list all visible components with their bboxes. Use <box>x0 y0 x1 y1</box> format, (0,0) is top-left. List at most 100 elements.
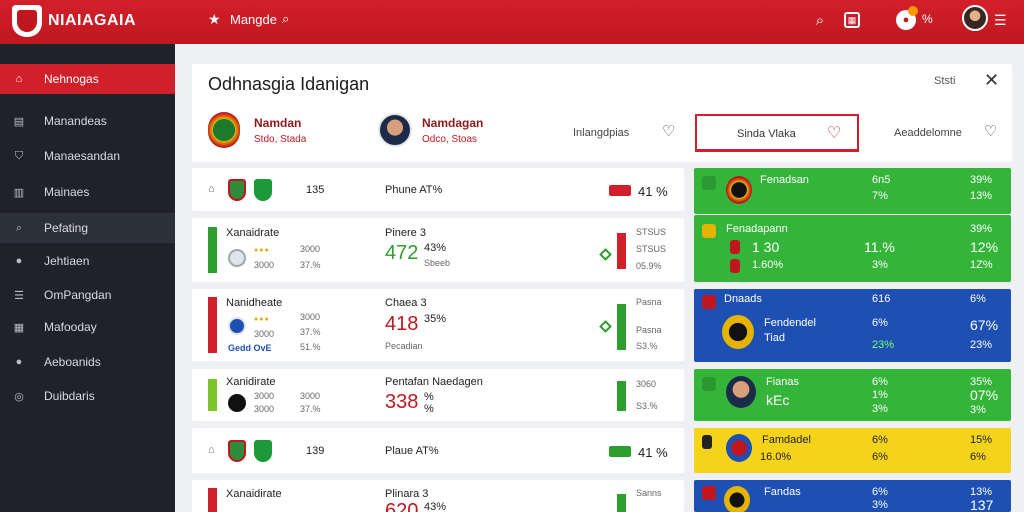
match-card-3[interactable]: Nanidheate ●●● 3000 Gedd OvE 3000 37.% 5… <box>192 289 684 361</box>
stat: 05.9% <box>636 261 662 271</box>
stat: Pasna <box>636 297 662 307</box>
tile-value: 3% <box>970 404 986 416</box>
sidebar-item-label: Jehtiaen <box>44 254 90 268</box>
tile-col: 39% <box>970 174 993 186</box>
stats-tile-3[interactable]: Dnaads 616 6% Fendendel Tiad 6% 23% 67% … <box>694 289 1011 362</box>
card-title: Xanaidirate <box>226 488 282 500</box>
tab-active-label: Sinda Vlaka <box>737 128 796 140</box>
match-card-4[interactable]: Xanidirate 3000 3000 3000 37.% Pentafan … <box>192 369 684 421</box>
stats-tile-6[interactable]: Fandas 6% 13% 3% 137 <box>694 480 1011 512</box>
search-icon[interactable]: ⌕ <box>810 10 830 30</box>
tile-name: Famdadel <box>762 434 811 446</box>
page-title: Odhnasgia Idanigan <box>208 74 370 94</box>
sidebar-item-label: OmPangdan <box>44 288 112 302</box>
sidebar-item-label: Mainaes <box>44 185 90 199</box>
match-card-1[interactable]: ⌂ 135 Phune AT% 41 % <box>192 168 684 211</box>
tile-col: 616 <box>872 293 891 305</box>
sidebar-item-3[interactable]: ⛉ Manaesandan <box>0 141 175 171</box>
sidebar-item-4[interactable]: ▥ Mainaes <box>0 177 175 207</box>
card-title: Xanidirate <box>226 376 276 388</box>
status-pill <box>609 185 631 196</box>
stat: 3000 <box>300 391 321 401</box>
tile-value: 3% <box>872 403 888 415</box>
form-bar <box>617 304 626 350</box>
team2-sub: Odco, Stoas <box>422 134 478 145</box>
star-icon[interactable]: ★ <box>208 11 221 28</box>
status-pill <box>609 446 631 457</box>
match-card-5[interactable]: ⌂ 139 Plaue AT% 41 % <box>192 428 684 473</box>
rating-dots: ●●● <box>254 247 270 254</box>
sidebar-item-7[interactable]: ☰ OmPangdan <box>0 280 175 310</box>
nav-label[interactable]: Mangde <box>230 12 277 27</box>
tab-active[interactable]: Sinda Vlaka ♡ <box>695 114 859 152</box>
stat: 3000 <box>254 329 275 339</box>
form-bar <box>208 227 217 273</box>
tile-col: 15% <box>970 434 993 446</box>
stat: Sanns <box>636 488 662 498</box>
stats-tile-4[interactable]: Fianas kEc 6% 35% 1% 07% 3% 3% <box>694 369 1011 421</box>
notification-badge <box>908 6 918 16</box>
shield-icon: ⛉ <box>14 149 24 162</box>
club-badge <box>726 176 752 204</box>
club-badge <box>254 179 272 201</box>
team2-name[interactable]: Namdagan <box>422 116 483 130</box>
app-logo[interactable] <box>12 5 42 37</box>
form-bar <box>208 488 217 512</box>
club-badge <box>228 440 246 462</box>
tile-value: 6% <box>872 317 888 329</box>
tile-col: 6% <box>872 376 888 388</box>
percentage: 43% <box>424 242 447 254</box>
club-badge <box>228 249 246 267</box>
table-icon: ▤ <box>13 115 25 128</box>
match-card-6[interactable]: Xanaidirate Plinara 3 620 43% Sanns <box>192 480 684 512</box>
heart-icon[interactable]: ♡ <box>827 123 841 143</box>
match-panel: Odhnasgia Idanigan Ststi ✕ Namdan Stdo, … <box>192 64 1012 162</box>
sidebar-item-10[interactable]: ◎ Duibdaris <box>0 381 175 411</box>
tab-1[interactable]: Inlangdpias <box>573 127 629 139</box>
sidebar-item-8[interactable]: ▦ Mafooday <box>0 312 175 342</box>
tile-value: 6% <box>872 451 888 463</box>
form-bar <box>617 494 626 512</box>
stats-tile-1[interactable]: Fenadsan 6n5 39% 7% 13% <box>694 168 1011 214</box>
settings-icon: ◎ <box>14 390 24 403</box>
panel-meta[interactable]: Ststi <box>934 75 955 87</box>
match-card-2[interactable]: Xanaidrate ●●● 3000 3000 37.% Pinere 3 4… <box>192 218 684 282</box>
tile-name: Dnaads <box>724 293 762 305</box>
tab-3[interactable]: Aeaddelomne <box>894 127 962 139</box>
percentage: 41 % <box>638 184 668 199</box>
tile-col: 11.% <box>864 239 895 255</box>
calendar-icon[interactable]: ▦ <box>844 12 860 28</box>
nav-search-icon[interactable]: ⌕ <box>282 11 289 27</box>
sidebar-item-5[interactable]: ⌕ Pefating <box>0 213 175 243</box>
sidebar-item-2[interactable]: ▤ Manandeas <box>0 106 175 136</box>
top-bar: NIAIAGAIA ★ Mangde ⌕ ⌕ ▦ ● % ☰ <box>0 0 1024 44</box>
team1-name[interactable]: Namdan <box>254 116 301 130</box>
sidebar-item-label: Aeboanids <box>44 355 101 369</box>
stat: 3060 <box>636 379 657 389</box>
sidebar-item-1[interactable]: ⌂ Nehnogas <box>0 64 175 94</box>
card-subtitle: Plinara 3 <box>385 488 429 500</box>
stats-tile-5[interactable]: Famdadel 16.0% 6% 15% 6% 6% <box>694 428 1011 473</box>
club-label: Gedd OvE <box>228 343 272 353</box>
close-icon[interactable]: ✕ <box>984 70 999 91</box>
user-avatar[interactable] <box>962 5 988 31</box>
stats-tile-2[interactable]: Fenadapann 1 30 1.60% 39% 11.% 12% 3% 1Z… <box>694 215 1011 282</box>
heart-icon[interactable]: ♡ <box>984 122 997 140</box>
heart-icon[interactable]: ♡ <box>662 122 675 140</box>
tile-col: 6% <box>872 434 888 446</box>
stat: 3000 <box>254 391 275 401</box>
chart-icon: ▥ <box>13 186 25 199</box>
tile-name: Fandas <box>764 486 801 498</box>
user-icon: ● <box>15 255 23 267</box>
tile-name: Fianas <box>766 376 800 388</box>
tile-big: 67% <box>970 317 999 333</box>
app-title: NIAIAGAIA <box>48 12 137 29</box>
sidebar-item-label: Pefating <box>44 221 89 235</box>
sidebar-item-6[interactable]: ● Jehtiaen <box>0 246 175 276</box>
tile-col: 6% <box>970 293 986 305</box>
menu-icon[interactable]: ☰ <box>994 12 1007 29</box>
home-icon: ⌂ <box>15 73 23 85</box>
tile-icon <box>702 176 716 190</box>
sidebar-item-9[interactable]: ● Aeboanids <box>0 347 175 377</box>
rating-dots: ●●● <box>254 316 270 323</box>
